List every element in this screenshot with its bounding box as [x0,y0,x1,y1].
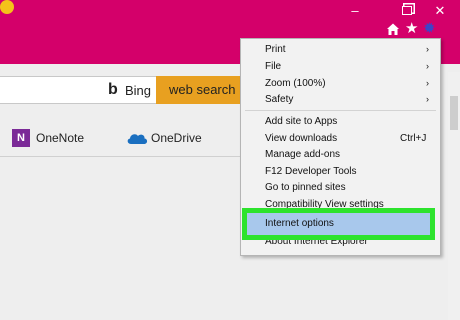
menu-item-zoom[interactable]: Zoom (100%) › [241,75,440,92]
close-button[interactable]: ✕ [430,3,450,19]
title-bar: – ✕ ★ ✹ [0,0,460,42]
smile-icon[interactable] [0,0,14,14]
menu-item-developer-tools[interactable]: F12 Developer Tools [241,163,440,180]
bing-brand: b Bing [103,78,156,102]
menu-item-manage-addons[interactable]: Manage add-ons [241,146,440,163]
chevron-right-icon: › [426,78,429,88]
onedrive-cloud-icon[interactable] [126,131,148,145]
maximize-button[interactable] [397,3,417,19]
menu-separator [245,110,436,111]
menu-item-file[interactable]: File › [241,58,440,75]
menu-item-safety[interactable]: Safety › [241,91,440,108]
favorites-star-icon[interactable]: ★ [405,21,419,36]
home-icon[interactable] [386,22,400,36]
bing-label: Bing [125,83,152,98]
favorites-row: N OneNote OneDrive [0,124,240,154]
onenote-icon[interactable]: N [12,129,30,147]
maximize-icon [402,6,412,15]
menu-item-view-downloads[interactable]: View downloads Ctrl+J [241,130,440,147]
gear-icon[interactable]: ✹ [423,21,437,36]
scrollbar-thumb[interactable] [450,96,458,130]
minimize-button[interactable]: – [345,3,365,19]
menu-item-add-site[interactable]: Add site to Apps [241,113,440,130]
onedrive-link[interactable]: OneDrive [151,131,202,145]
internet-options-label: Internet options [265,218,334,229]
menu-item-pinned-sites[interactable]: Go to pinned sites [241,179,440,196]
chevron-right-icon: › [426,94,429,104]
chevron-right-icon: › [426,44,429,54]
onenote-link[interactable]: OneNote [36,131,84,145]
menu-item-print[interactable]: Print › [241,41,440,58]
bing-logo-icon: b [108,81,118,98]
web-search-button[interactable]: web search [156,76,240,104]
chevron-right-icon: › [426,61,429,71]
divider [0,156,240,157]
